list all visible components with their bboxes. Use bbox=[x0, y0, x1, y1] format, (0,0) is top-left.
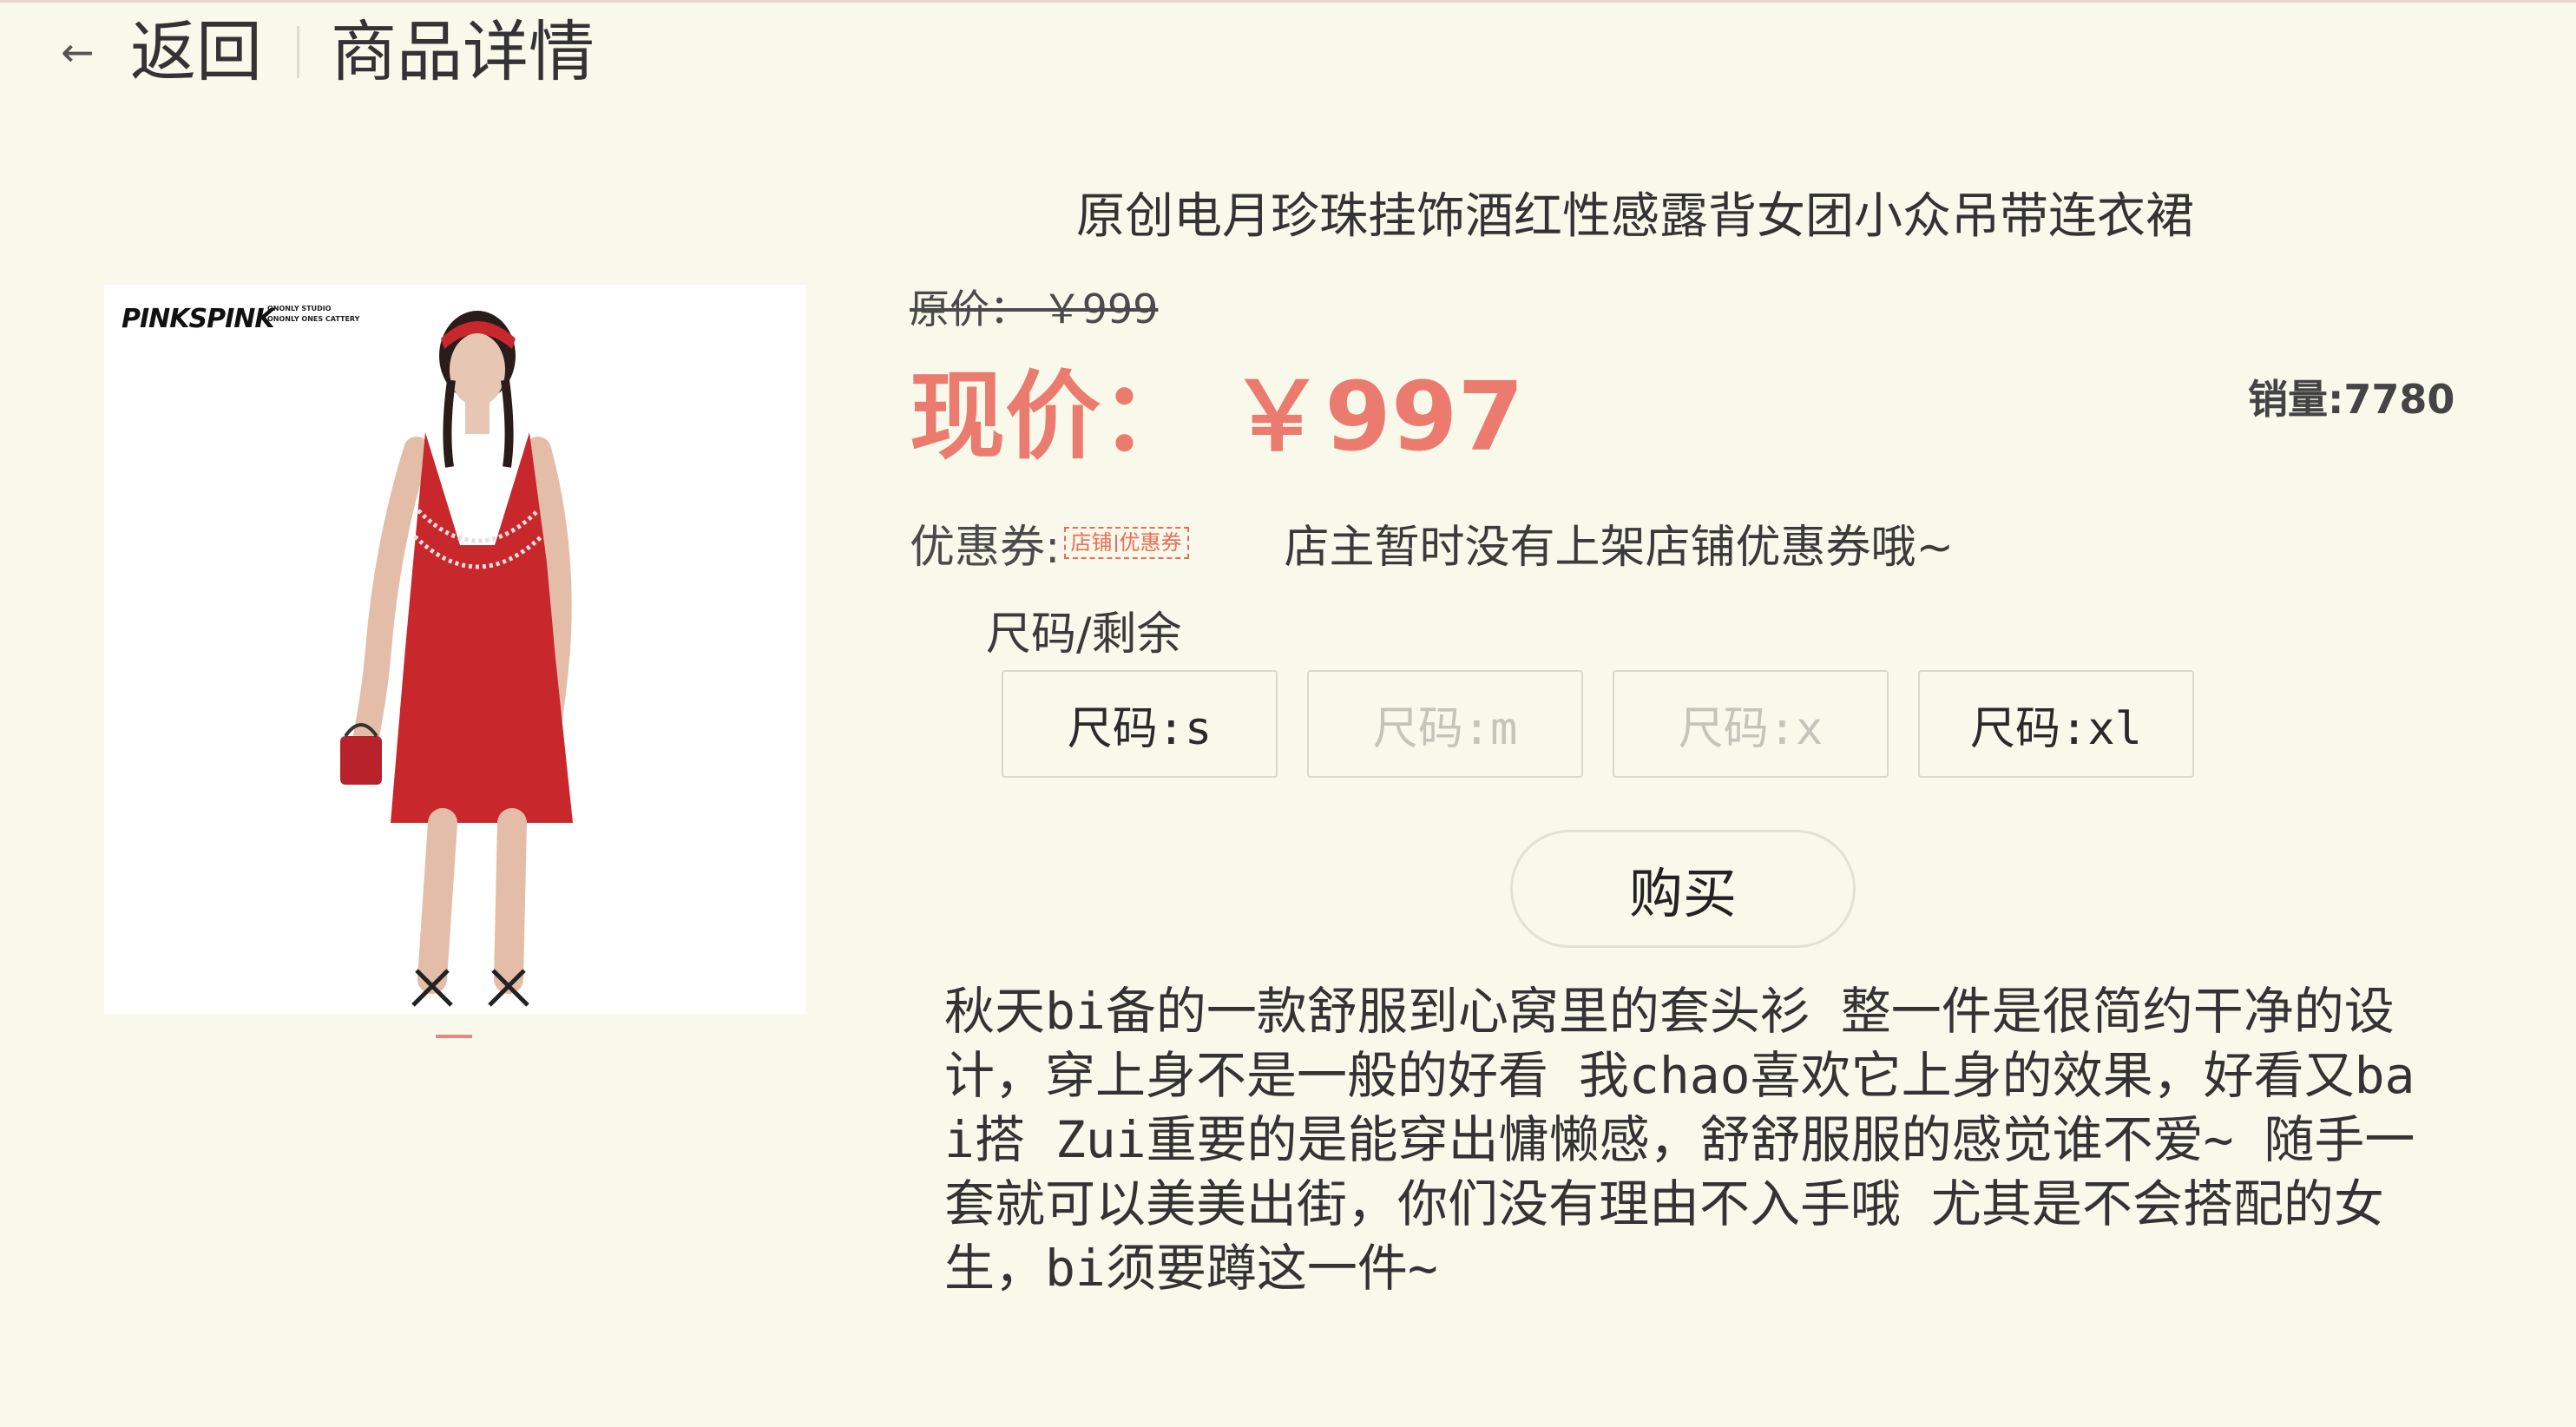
product-description: 秋天bi备的一款舒服到心窝里的套头衫 整一件是很简约干净的设计，穿上身不是一般的… bbox=[944, 982, 2415, 1298]
back-button[interactable]: 返回 bbox=[130, 19, 262, 85]
carousel-indicator[interactable] bbox=[436, 1035, 472, 1038]
original-price: 原价： ￥999 bbox=[910, 286, 1159, 332]
size-header: 尺码/剩余 bbox=[986, 608, 1182, 661]
coupon-tag: 店铺 优惠券 bbox=[1063, 527, 1189, 559]
product-image[interactable]: PINKSPINK ONONLY STUDIO ONONLY ONES CATTE… bbox=[104, 285, 805, 1014]
coupon-tag-left: 店铺 bbox=[1070, 530, 1113, 556]
top-border bbox=[0, 0, 2576, 3]
page-header: ← 返回 商品详情 bbox=[61, 10, 595, 94]
size-option-x[interactable]: 尺码:x bbox=[1613, 670, 1889, 778]
size-option-xl[interactable]: 尺码:xl bbox=[1918, 670, 2194, 778]
model-figure bbox=[340, 311, 573, 1007]
buy-button[interactable]: 购买 bbox=[1510, 830, 1856, 948]
header-divider bbox=[297, 26, 299, 78]
current-price: 现价： ￥997 bbox=[910, 361, 1524, 472]
size-option-m[interactable]: 尺码:m bbox=[1307, 670, 1583, 778]
coupon-label: 优惠券: bbox=[910, 522, 1061, 574]
coupon-row: 优惠券: 店铺 优惠券 店主暂时没有上架店铺优惠券哦~ bbox=[910, 510, 1954, 575]
coupon-tag-right: 优惠券 bbox=[1119, 530, 1182, 556]
page-title: 商品详情 bbox=[331, 13, 595, 90]
coupon-message: 店主暂时没有上架店铺优惠券哦~ bbox=[1284, 522, 1955, 574]
product-name: 原创电月珍珠挂饰酒红性感露背女团小众吊带连衣裙 bbox=[1076, 188, 2194, 245]
sales-count: 销量:7780 bbox=[2248, 376, 2455, 423]
arrow-left-icon[interactable]: ← bbox=[61, 32, 113, 72]
size-options: 尺码:s 尺码:m 尺码:x 尺码:xl bbox=[1002, 670, 2224, 778]
size-option-s[interactable]: 尺码:s bbox=[1002, 670, 1278, 778]
